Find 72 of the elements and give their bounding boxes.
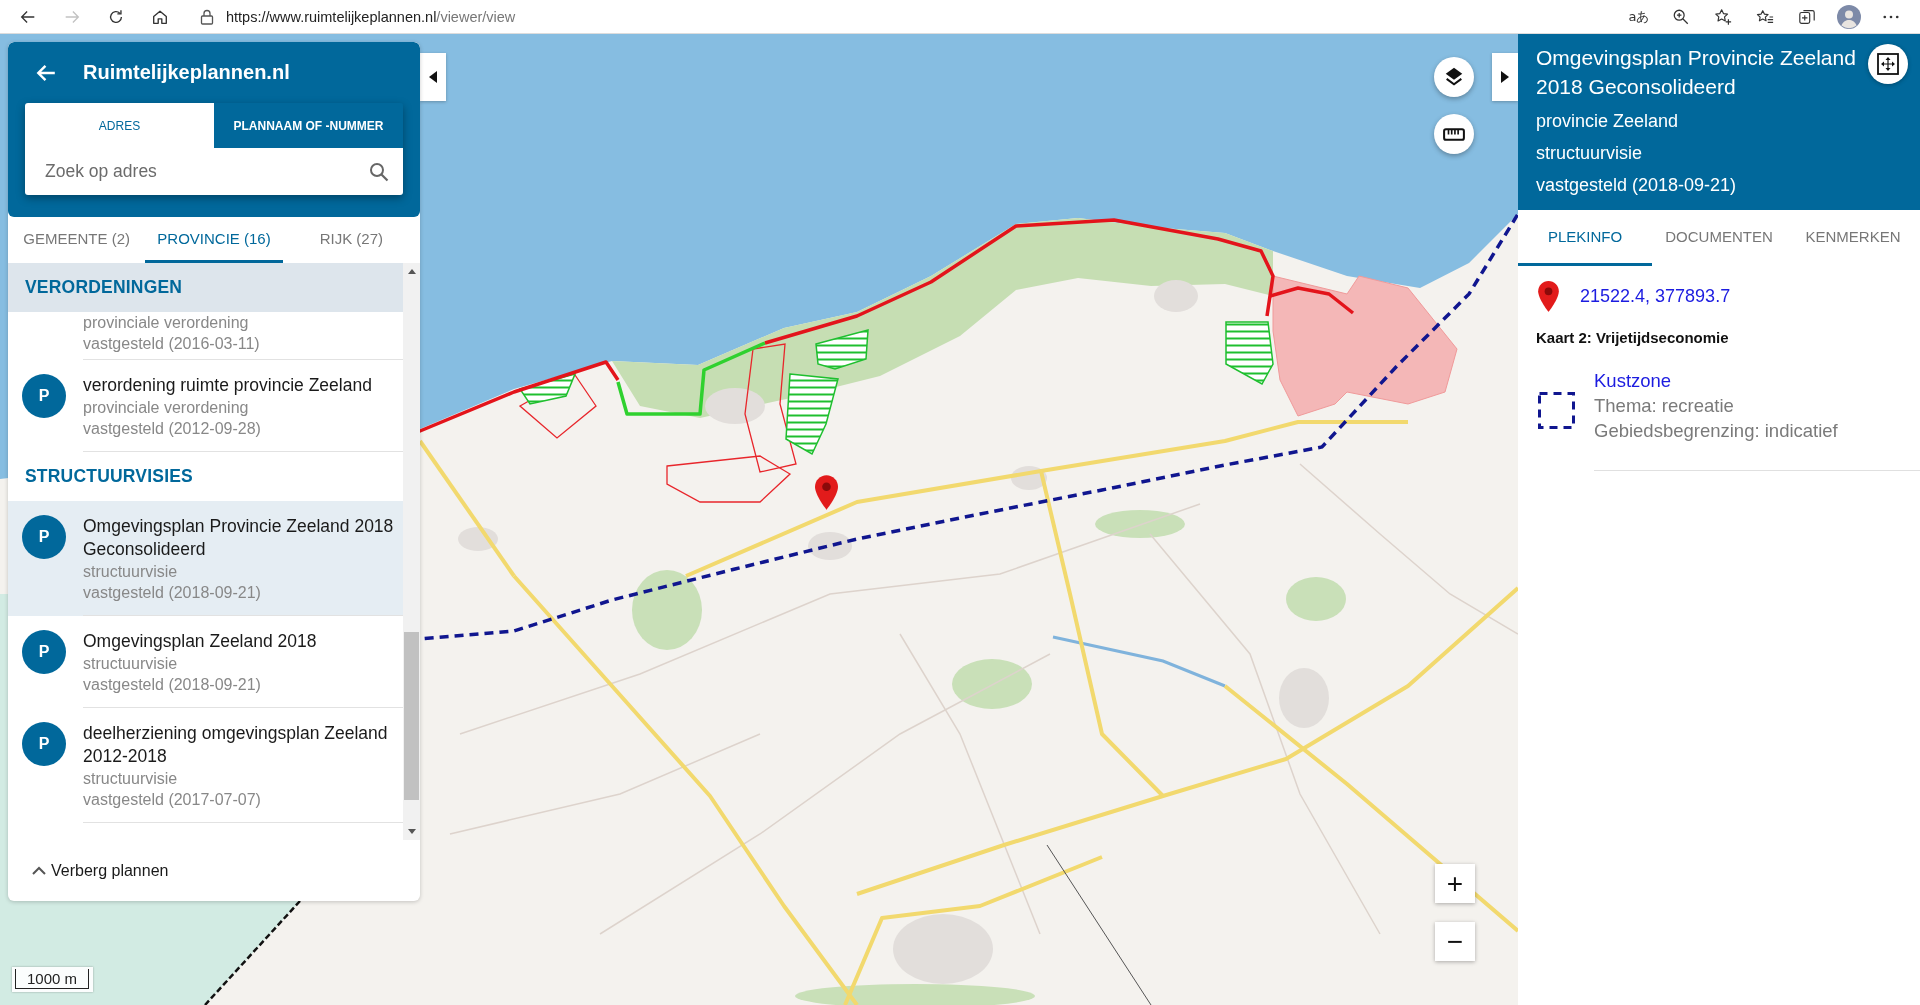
search-mode-tab[interactable]: PLANNAAM OF -NUMMER [214, 103, 403, 148]
collections-icon[interactable] [1798, 7, 1816, 26]
address-bar[interactable]: https://www.ruimtelijkeplannen.nl/viewer/view [186, 2, 1613, 31]
collapse-panel-button[interactable] [420, 53, 446, 101]
plan-status: vastgesteld (2018-09-21) [83, 583, 262, 603]
plan-type: provinciale verordening [83, 398, 250, 418]
scroll-down-icon[interactable] [407, 829, 416, 834]
profile-avatar-icon[interactable] [1837, 4, 1861, 29]
plan-title: Omgevingsplan Provincie Zeeland 2018 Geconsolideerd [83, 515, 395, 561]
plan-title: Omgevingsplan Zeeland 2018 [83, 630, 318, 653]
plan-list-item[interactable]: P deelherziening omgevingsplan Zeeland 2012-2018 structuurvisie vastgesteld (2017-07-07) [8, 708, 403, 823]
plan-type: provinciale verordening [83, 313, 250, 333]
plan-title: Omgevingsplan Provincie Zeeland 2018 Geconsolideerd [1536, 45, 1857, 100]
caret-right-icon [1501, 71, 1509, 83]
dashed-square-icon [1538, 392, 1575, 429]
star-plus-icon[interactable] [1714, 7, 1732, 26]
plan-badge: P [22, 630, 66, 674]
plan-detail: structuurvisie [1536, 142, 1644, 165]
plan-badge: P [22, 722, 66, 766]
hatched-area [815, 329, 869, 370]
chevron-up-icon [32, 866, 46, 875]
url-text[interactable]: https://www.ruimtelijkeplannen.nl/viewer/view [226, 8, 516, 25]
lock-icon[interactable] [200, 8, 214, 25]
scrollbar-thumb[interactable] [404, 632, 419, 800]
plan-status: vastgesteld (2018-09-21) [83, 675, 262, 695]
plan-list-item[interactable]: P verordening ruimte provincie Zeeland provinciale verordening vastgesteld (2012-09-28) [8, 360, 403, 452]
zoom-icon[interactable] [1672, 7, 1690, 26]
zoom-to-plan-button[interactable] [1868, 44, 1908, 84]
hide-plans-button[interactable]: Verberg plannen [32, 861, 169, 880]
plan-type: structuurvisie [83, 562, 179, 582]
legend-item-link[interactable]: Kustzone [1594, 368, 1920, 393]
location-pin-icon [815, 475, 838, 510]
search-icon[interactable] [369, 161, 389, 182]
favorites-icon[interactable] [1756, 7, 1774, 26]
plan-detail: vastgesteld (2018-09-21) [1536, 174, 1738, 197]
zoom-in-button[interactable]: + [1435, 864, 1475, 903]
four-arrows-icon [1877, 53, 1899, 75]
plan-badge: P [22, 515, 66, 559]
coordinates-link[interactable]: 21522.4, 377893.7 [1580, 285, 1731, 307]
plan-detail: provincie Zeeland [1536, 110, 1680, 133]
scroll-up-icon[interactable] [407, 269, 416, 274]
plan-title: verordening ruimte provincie Zeeland [83, 374, 373, 397]
plan-type: structuurvisie [83, 769, 179, 789]
zoom-out-button[interactable]: − [1435, 922, 1475, 961]
plan-status: vastgesteld (2016-03-11) [83, 334, 261, 354]
legend-detail: Gebiedsbegrenzing: indicatief [1594, 419, 1839, 443]
more-icon[interactable] [1883, 14, 1899, 19]
ruler-icon [1443, 127, 1465, 141]
hatched-area [518, 372, 577, 405]
plan-status: vastgesteld (2012-09-28) [83, 419, 262, 439]
plan-title: deelherziening omgevingsplan Zeeland 2012-2018 [83, 722, 389, 768]
section-heading: VERORDENINGEN [8, 263, 403, 312]
caret-left-icon [429, 71, 437, 83]
search-field[interactable]: Zoek op adres [25, 148, 403, 195]
reload-icon[interactable] [107, 7, 125, 26]
layers-icon [1443, 66, 1465, 88]
plan-list-item[interactable]: P Omgevingsplan Provincie Zeeland 2018 Geconsolideerd structuurvisie vastgesteld (2018-09-21) [8, 501, 403, 616]
translate-glyph[interactable]: aあ [1628, 7, 1650, 26]
plan-list-item[interactable]: P Omgevingsplan Zeeland 2018 structuurvisie vastgesteld (2018-09-21) [8, 616, 403, 708]
plan-type: structuurvisie [83, 654, 179, 674]
plan-badge: P [22, 374, 66, 418]
plan-status: vastgesteld (2017-07-07) [83, 790, 262, 810]
collapse-info-button[interactable] [1492, 53, 1518, 101]
scale-bar: 1000 m [12, 967, 93, 992]
legend-detail: Thema: recreatie [1594, 394, 1735, 418]
search-mode-tab[interactable]: ADRES [25, 103, 214, 148]
scrollbar-track[interactable] [403, 263, 420, 840]
location-pin-icon [1538, 280, 1559, 312]
map-layer-title: Kaart 2: Vrijetijdseconomie [1536, 328, 1730, 348]
site-title: Ruimtelijkeplannen.nl [83, 61, 290, 84]
plan-list-item[interactable]: provinciale verordening vastgesteld (2016-03-11) [8, 312, 403, 360]
hatched-area [1225, 321, 1274, 386]
